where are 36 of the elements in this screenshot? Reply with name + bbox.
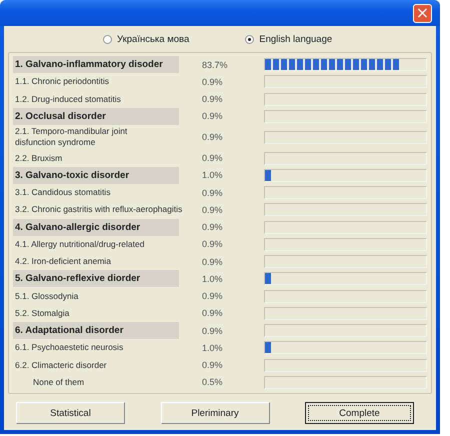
diagnosis-label: 5.1. Glossodynia — [14, 290, 80, 302]
category-label: 2. Occlusal disorder — [13, 108, 179, 125]
diagnosis-label: 4.2. Iron-deficient anemia — [14, 256, 112, 268]
percent-value: 0.9% — [201, 76, 224, 87]
percent-value: 0.9% — [201, 222, 224, 232]
percent-value: 1.0% — [201, 342, 224, 353]
category-label: 4. Galvano-allergic disorder — [13, 218, 179, 236]
diagnosis-label: 5.2. Stomalgia — [14, 308, 70, 319]
category-label: 3. Galvano-toxic disorder — [13, 166, 179, 184]
percent-value: 0.9% — [201, 256, 224, 267]
diagnosis-label: None of them — [32, 376, 86, 388]
diagnosis-label: 6.2. Climacteric disorder — [14, 360, 108, 371]
percent-value: 0.9% — [201, 94, 224, 104]
diagnosis-label: 4.1. Allergy nutritional/drug-related — [14, 238, 146, 250]
diagnosis-label: 1.1. Chronic periodontitis — [14, 76, 110, 88]
diagnosis-label: 2.1. Temporo-mandibular joint disfunction syndrome — [14, 126, 128, 148]
diagnosis-label: 2.2. Bruxism — [14, 152, 64, 164]
percent-value: 83.7% — [201, 60, 229, 70]
percent-value: 0.9% — [201, 111, 224, 122]
category-label: 1. Galvano-inflammatory disoder — [13, 56, 179, 74]
percent-value: 0.9% — [201, 188, 224, 198]
diagnosis-label: 3.1. Candidous stomatitis — [14, 187, 112, 198]
category-label: 5. Galvano-reflexive diorder — [13, 270, 179, 288]
diagnosis-label: 1.2. Drug-induced stomatitis — [14, 94, 122, 105]
percent-value: 0.9% — [201, 308, 224, 318]
percent-value: 0.9% — [201, 360, 224, 370]
percent-value: 0.9% — [201, 132, 224, 142]
percent-value: 1.0% — [201, 274, 224, 284]
diagnosis-label: 6.1. Psychoaestetic neurosis — [14, 342, 124, 354]
percent-value: 0.9% — [201, 153, 224, 164]
percent-value: 1.0% — [201, 170, 224, 180]
percent-value: 0.9% — [201, 326, 224, 336]
percent-value: 0.5% — [201, 377, 224, 388]
percent-value: 0.9% — [201, 239, 224, 250]
category-label: 6. Adaptational disorder — [13, 322, 179, 340]
percent-value: 0.9% — [201, 291, 224, 302]
